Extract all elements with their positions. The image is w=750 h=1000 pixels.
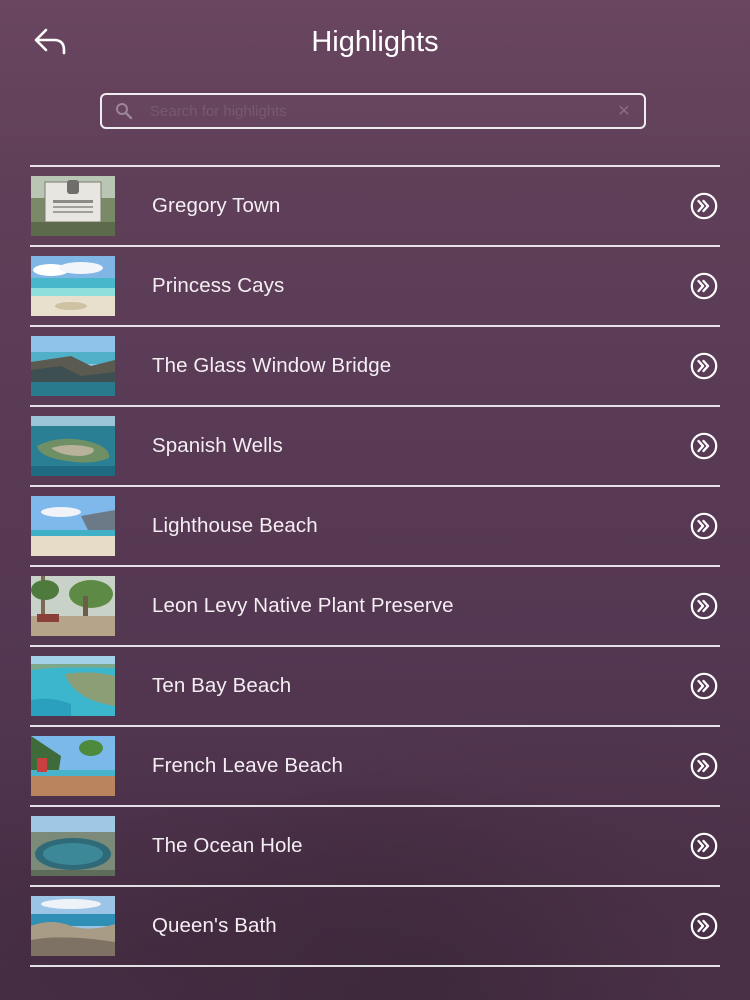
list-item[interactable]: The Glass Window Bridge [30,327,720,407]
chevron-double-right-icon[interactable] [690,672,718,700]
thumbnail-image [31,496,115,556]
chevron-double-right-icon[interactable] [690,192,718,220]
thumbnail-image [31,816,115,876]
list-item[interactable]: The Ocean Hole [30,807,720,887]
list-item-label: French Leave Beach [152,754,343,777]
thumbnail-image [31,176,115,236]
list-item-label: The Glass Window Bridge [152,354,392,377]
chevron-double-right-icon[interactable] [690,272,718,300]
chevron-double-right-icon[interactable] [690,512,718,540]
list-item[interactable]: Spanish Wells [30,407,720,487]
highlights-list: Gregory Town Princess Cays The Glass Windo… [30,165,720,967]
list-item-label: Princess Cays [152,274,285,297]
list-item[interactable]: Gregory Town [30,167,720,247]
thumbnail-image [31,576,115,636]
search-icon [114,101,134,121]
thumbnail-image [31,256,115,316]
page-title: Highlights [311,26,439,58]
thumbnail-image [31,896,115,956]
list-item-label: Ten Bay Beach [152,674,292,697]
list-item-label: Spanish Wells [152,434,283,457]
list-item[interactable]: French Leave Beach [30,727,720,807]
list-item[interactable]: Queen's Bath [30,887,720,967]
list-item-label: Queen's Bath [152,914,277,937]
thumbnail-image [31,336,115,396]
list-item-label: Gregory Town [152,194,281,217]
thumbnail-image [31,656,115,716]
list-item[interactable]: Leon Levy Native Plant Preserve [30,567,720,647]
list-item[interactable]: Lighthouse Beach [30,487,720,567]
chevron-double-right-icon[interactable] [690,432,718,460]
clear-icon[interactable]: ✕ [614,101,634,121]
chevron-double-right-icon[interactable] [690,592,718,620]
thumbnail-image [31,416,115,476]
chevron-double-right-icon[interactable] [690,752,718,780]
search-bar[interactable]: ✕ [100,93,646,129]
list-item-label: Lighthouse Beach [152,514,318,537]
list-item-label: The Ocean Hole [152,834,303,857]
thumbnail-image [31,736,115,796]
chevron-double-right-icon[interactable] [690,352,718,380]
list-item[interactable]: Princess Cays [30,247,720,327]
chevron-double-right-icon[interactable] [690,912,718,940]
list-item-label: Leon Levy Native Plant Preserve [152,594,454,617]
list-item[interactable]: Ten Bay Beach [30,647,720,727]
search-input[interactable] [148,95,614,127]
header: Highlights [0,0,750,86]
chevron-double-right-icon[interactable] [690,832,718,860]
